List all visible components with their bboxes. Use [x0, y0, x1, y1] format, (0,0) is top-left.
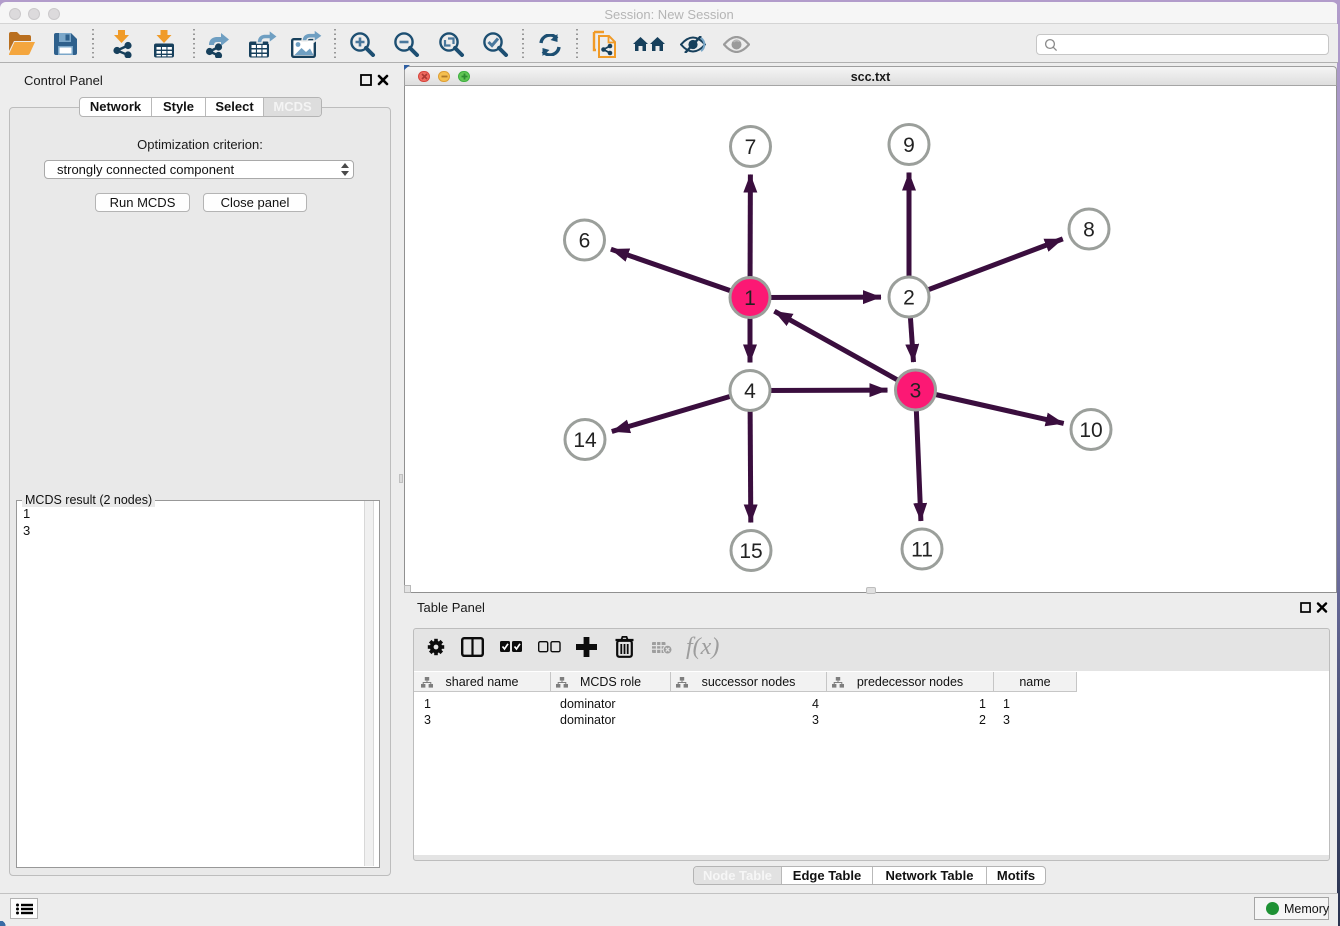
- svg-text:2: 2: [903, 287, 915, 310]
- svg-text:10: 10: [1079, 419, 1102, 442]
- svg-text:8: 8: [1083, 219, 1095, 242]
- svg-text:9: 9: [903, 134, 915, 157]
- svg-text:11: 11: [911, 539, 933, 562]
- svg-text:4: 4: [744, 380, 756, 403]
- svg-text:3: 3: [910, 380, 922, 403]
- svg-text:1: 1: [744, 287, 756, 310]
- svg-text:14: 14: [573, 429, 597, 452]
- svg-text:6: 6: [579, 230, 591, 253]
- svg-text:15: 15: [739, 540, 762, 563]
- svg-text:7: 7: [745, 136, 757, 159]
